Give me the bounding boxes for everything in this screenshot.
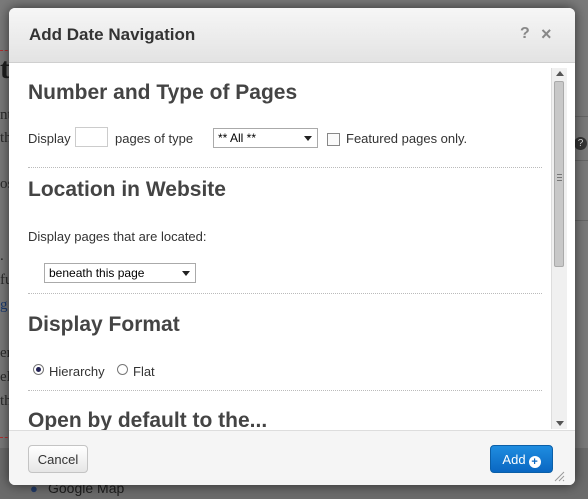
dialog-body: Number and Type of Pages Display pages o… <box>9 63 575 430</box>
location-select[interactable]: beneath this page <box>44 263 196 283</box>
chevron-down-icon <box>304 136 312 141</box>
dialog-footer: Cancel Add + <box>9 430 575 485</box>
grip-line <box>557 177 562 178</box>
section-title-open-default: Open by default to the... <box>28 409 268 430</box>
section-divider <box>28 390 542 391</box>
featured-only-checkbox[interactable] <box>327 133 340 146</box>
page-type-select-value: ** All ** <box>218 131 257 145</box>
help-icon[interactable]: ? <box>574 137 587 150</box>
section-divider <box>28 293 542 294</box>
scroll-down-icon[interactable] <box>556 421 564 426</box>
flat-radio[interactable] <box>117 364 128 375</box>
location-select-value: beneath this page <box>49 266 145 280</box>
page-type-select[interactable]: ** All ** <box>213 128 318 148</box>
chevron-down-icon <box>182 271 190 276</box>
resize-grip-icon[interactable] <box>553 470 565 482</box>
section-title-location: Location in Website <box>28 178 226 201</box>
located-label: Display pages that are located: <box>28 229 207 244</box>
section-divider <box>28 167 542 168</box>
hierarchy-radio[interactable] <box>33 364 44 375</box>
help-icon[interactable]: ? <box>520 25 530 43</box>
scroll-thumb[interactable] <box>554 81 564 267</box>
scroll-up-icon[interactable] <box>556 71 564 76</box>
dialog-header: Add Date Navigation ? × <box>9 8 575 63</box>
dialog-title: Add Date Navigation <box>29 25 196 44</box>
featured-only-label: Featured pages only. <box>346 131 468 146</box>
page-count-input[interactable] <box>75 127 108 147</box>
grip-line <box>557 174 562 175</box>
hierarchy-label: Hierarchy <box>49 364 105 379</box>
cancel-button[interactable]: Cancel <box>28 445 88 473</box>
add-date-navigation-dialog: Add Date Navigation ? × Number and Type … <box>9 8 575 485</box>
pages-of-type-label: pages of type <box>115 131 194 146</box>
close-icon[interactable]: × <box>541 24 552 45</box>
display-label: Display <box>28 131 71 146</box>
dialog-scrollbar[interactable] <box>551 68 567 429</box>
flat-label: Flat <box>133 364 155 379</box>
section-title-format: Display Format <box>28 313 180 336</box>
add-button[interactable]: Add + <box>490 445 553 473</box>
add-button-label: Add <box>502 452 526 467</box>
plus-circle-icon: + <box>528 456 541 468</box>
background-text: . <box>0 248 4 264</box>
grip-line <box>557 180 562 181</box>
section-title-pages: Number and Type of Pages <box>28 81 298 104</box>
